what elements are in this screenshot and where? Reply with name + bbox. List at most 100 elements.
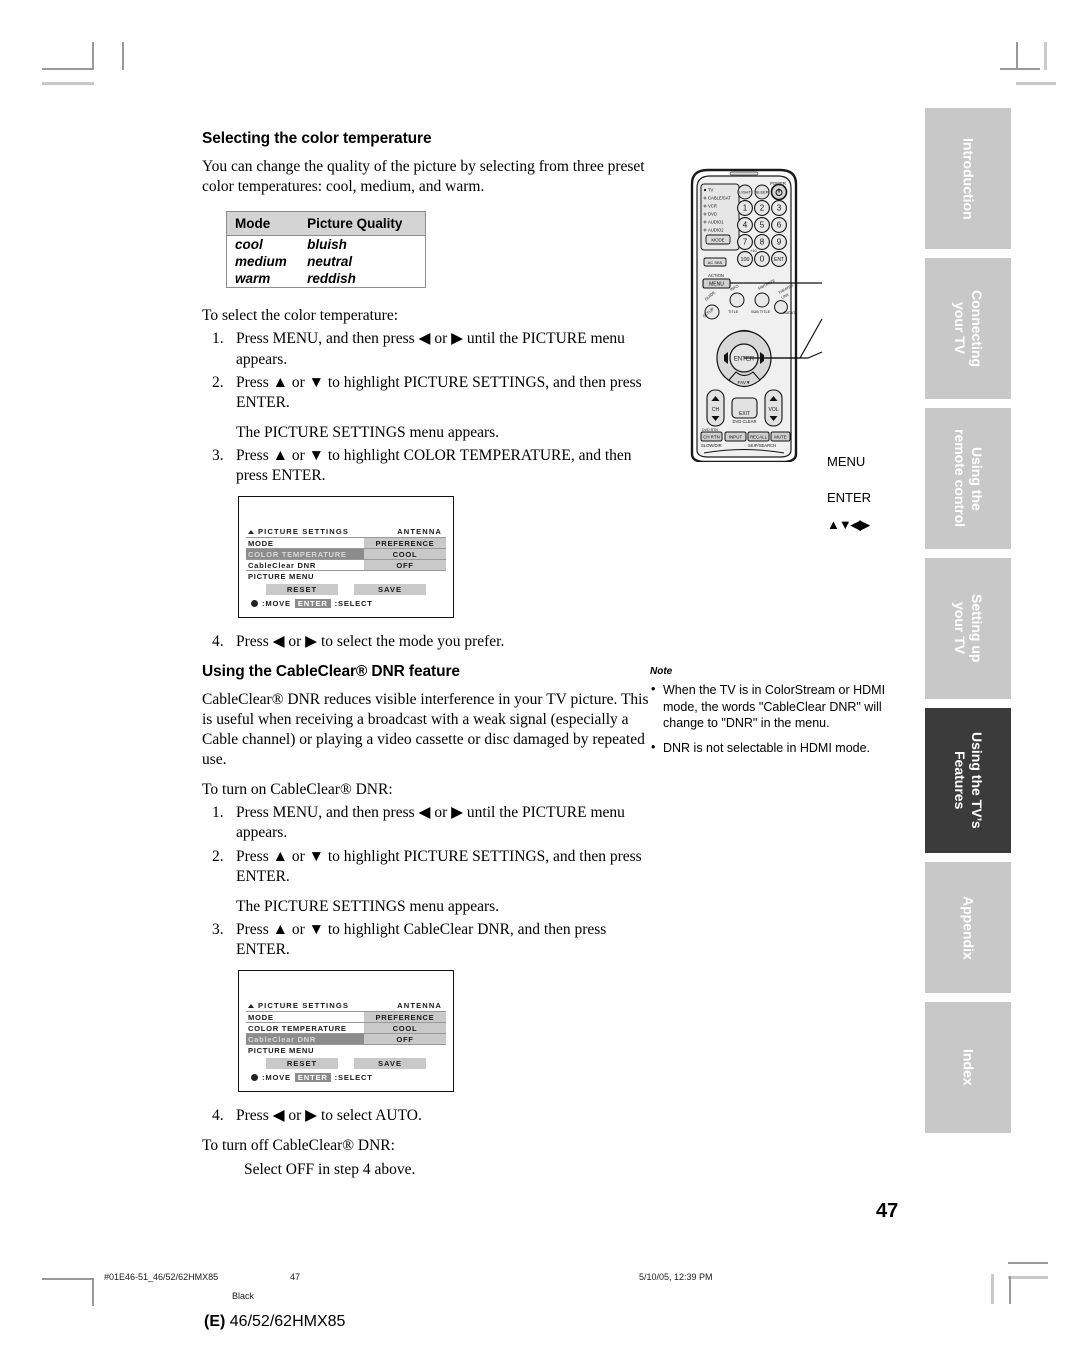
osd-select-hint: :SELECT xyxy=(334,1073,373,1083)
svg-text:INPUT: INPUT xyxy=(729,435,742,440)
list-item: 2. Press ▲ or ▼ to highlight PICTURE SET… xyxy=(202,847,654,887)
sidebar-tab-appendix[interactable]: Appendix xyxy=(925,862,1011,993)
subtitle-label: SUB TITLE xyxy=(751,310,771,314)
dvd-clear-label: DVD CLEAR xyxy=(733,419,757,424)
sidebar-tab-connecting-your-tv[interactable]: Connecting your TV xyxy=(925,258,1011,399)
crop-mark-bottom-right-h xyxy=(1008,1262,1048,1264)
svg-text:RECALL: RECALL xyxy=(750,435,768,440)
callout-menu-label: MENU xyxy=(827,454,866,469)
step-text: Press ◀ or ▶ to select the mode you pref… xyxy=(236,633,505,651)
osd-row-color-temperature[interactable]: COLOR TEMPERATURE COOL xyxy=(246,1022,446,1034)
table-header-mode: Mode xyxy=(226,211,304,237)
svg-text:TV: TV xyxy=(708,187,714,192)
list-item: 3. Press ▲ or ▼ to highlight CableClear … xyxy=(202,920,654,960)
crop-mark-bottom-right-v xyxy=(1009,1276,1011,1304)
remote-control-illustration: TV CABLE/SAT VCR DVD AUDIO1 AUDIO2 MODE … xyxy=(682,162,922,532)
osd-reset-button[interactable]: RESET xyxy=(266,1058,338,1070)
osd-save-button[interactable]: SAVE xyxy=(354,1058,426,1070)
dvd-rtn-label: DVD RTN xyxy=(702,428,718,432)
crop-mark-bottom-right-v2 xyxy=(991,1274,994,1304)
step-number: 2. xyxy=(212,847,224,865)
main-content-column: Selecting the color temperature You can … xyxy=(202,130,654,1184)
model-line: (E) 46/52/62HMX85 xyxy=(204,1313,345,1331)
step-text: Press ▲ or ▼ to highlight CableClear DNR… xyxy=(236,920,607,959)
favorite-button xyxy=(754,292,770,308)
osd-save-button[interactable]: SAVE xyxy=(354,584,426,596)
osd-footer-hints: :MOVE ENTER :SELECT xyxy=(251,1073,373,1083)
svg-text:2: 2 xyxy=(760,204,765,213)
note-list: When the TV is in ColorStream or HDMI mo… xyxy=(650,681,900,757)
section2-lead-in: To turn on CableClear® DNR: xyxy=(202,781,393,799)
osd-row-label: MODE xyxy=(248,538,274,548)
triangle-up-icon xyxy=(248,529,254,534)
step-text: Press ▲ or ▼ to highlight PICTURE SETTIN… xyxy=(236,373,642,411)
step-text: Press ▲ or ▼ to highlight PICTURE SETTIN… xyxy=(236,847,642,885)
osd-title-left: PICTURE SETTINGS xyxy=(248,527,349,536)
osd-picture-settings-cableclear-dnr: PICTURE SETTINGS ANTENNA MODE PREFERENCE… xyxy=(238,970,454,1093)
table-header-picture-quality: Picture Quality xyxy=(303,211,426,237)
osd-row-cableclear-dnr[interactable]: CableClear DNR OFF xyxy=(246,559,446,571)
osd-row-picture-menu[interactable]: PICTURE MENU xyxy=(246,1044,446,1055)
section2-step-list: 1. Press MENU, and then press ◀ or ▶ unt… xyxy=(202,803,654,887)
section-tabs: Introduction Connecting your TV Using the… xyxy=(925,108,1011,1142)
tab-label: Index xyxy=(960,1049,977,1086)
table-header-row: Mode Picture Quality xyxy=(226,211,426,237)
osd-row-picture-menu[interactable]: PICTURE MENU xyxy=(246,570,446,581)
tab-label: Setting up your TV xyxy=(952,594,986,663)
table-row: cool bluish xyxy=(227,236,426,254)
osd-row-mode[interactable]: MODE PREFERENCE xyxy=(246,537,446,549)
sidebar-tab-introduction[interactable]: Introduction xyxy=(925,108,1011,249)
osd-row-value: PREFERENCE xyxy=(364,1012,446,1023)
osd-footer-hints: :MOVE ENTER :SELECT xyxy=(251,599,373,609)
osd-title-row: PICTURE SETTINGS ANTENNA xyxy=(246,527,446,537)
footer-date: 5/10/05, 12:39 PM xyxy=(639,1272,713,1282)
sidebar-tab-setting-up-your-tv[interactable]: Setting up your TV xyxy=(925,558,1011,699)
sidebar-tab-index[interactable]: Index xyxy=(925,1002,1011,1133)
osd-row-color-temperature[interactable]: COLOR TEMPERATURE COOL xyxy=(246,548,446,560)
osd-row-label: COLOR TEMPERATURE xyxy=(248,549,347,559)
dpad-icon xyxy=(251,1074,258,1082)
osd-row-label: CableClear DNR xyxy=(248,1034,317,1044)
crop-mark-top-right-h2 xyxy=(1016,82,1056,85)
svg-text:ENTER: ENTER xyxy=(734,356,755,362)
svg-text:7: 7 xyxy=(743,238,748,247)
svg-text:VCR: VCR xyxy=(708,203,717,208)
osd-row-value: OFF xyxy=(364,560,446,571)
footer-page: 47 xyxy=(290,1272,301,1282)
sidebar-tab-using-the-remote-control[interactable]: Using the remote control xyxy=(925,408,1011,549)
step-number: 3. xyxy=(212,920,224,938)
crop-mark-top-right-v2 xyxy=(1044,42,1047,70)
svg-text:MENU: MENU xyxy=(709,282,724,288)
step-text: Press ▲ or ▼ to highlight COLOR TEMPERAT… xyxy=(236,447,632,485)
osd-row-cableclear-dnr[interactable]: CableClear DNR OFF xyxy=(246,1033,446,1045)
step-number: 2. xyxy=(212,373,224,391)
table-cell-mode: cool xyxy=(235,237,263,253)
osd-row-label: PICTURE MENU xyxy=(248,571,315,581)
section2-step4-list: 4. Press ◀ or ▶ to select AUTO. xyxy=(202,1106,654,1126)
osd-source-label: ANTENNA xyxy=(397,527,442,537)
osd-row-mode[interactable]: MODE PREFERENCE xyxy=(246,1011,446,1023)
table-cell-quality: reddish xyxy=(307,271,356,287)
tab-label: Using the remote control xyxy=(952,429,986,528)
step-text: Press MENU, and then press ◀ or ▶ until … xyxy=(236,804,625,842)
info-button xyxy=(729,292,745,308)
osd-row-label: CableClear DNR xyxy=(248,560,317,570)
svg-text:9: 9 xyxy=(777,238,782,247)
section2-turn-off-text: Select OFF in step 4 above. xyxy=(244,1160,416,1178)
section2-step-list-continued: 3. Press ▲ or ▼ to highlight CableClear … xyxy=(202,920,654,960)
model-line-prefix: (E) xyxy=(204,1313,226,1330)
osd-enter-chip: ENTER xyxy=(294,599,331,609)
svg-text:0: 0 xyxy=(760,255,765,264)
svg-text:VOL: VOL xyxy=(768,407,778,413)
osd-row-label: MODE xyxy=(248,1012,274,1022)
sidebar-tab-using-the-tvs-features[interactable]: Using the TV’s Features xyxy=(925,708,1011,853)
osd-enter-chip: ENTER xyxy=(294,1073,331,1083)
step-number: 1. xyxy=(212,330,224,348)
osd-reset-button[interactable]: RESET xyxy=(266,584,338,596)
table-cell-mode: warm xyxy=(235,271,271,287)
footer-filename: #01E46-51_46/52/62HMX85 xyxy=(104,1272,219,1282)
osd-row-value: OFF xyxy=(364,1034,446,1045)
table-row: medium neutral xyxy=(227,253,426,270)
list-item: 1. Press MENU, and then press ◀ or ▶ unt… xyxy=(202,803,654,843)
osd-row-value: COOL xyxy=(364,549,446,560)
